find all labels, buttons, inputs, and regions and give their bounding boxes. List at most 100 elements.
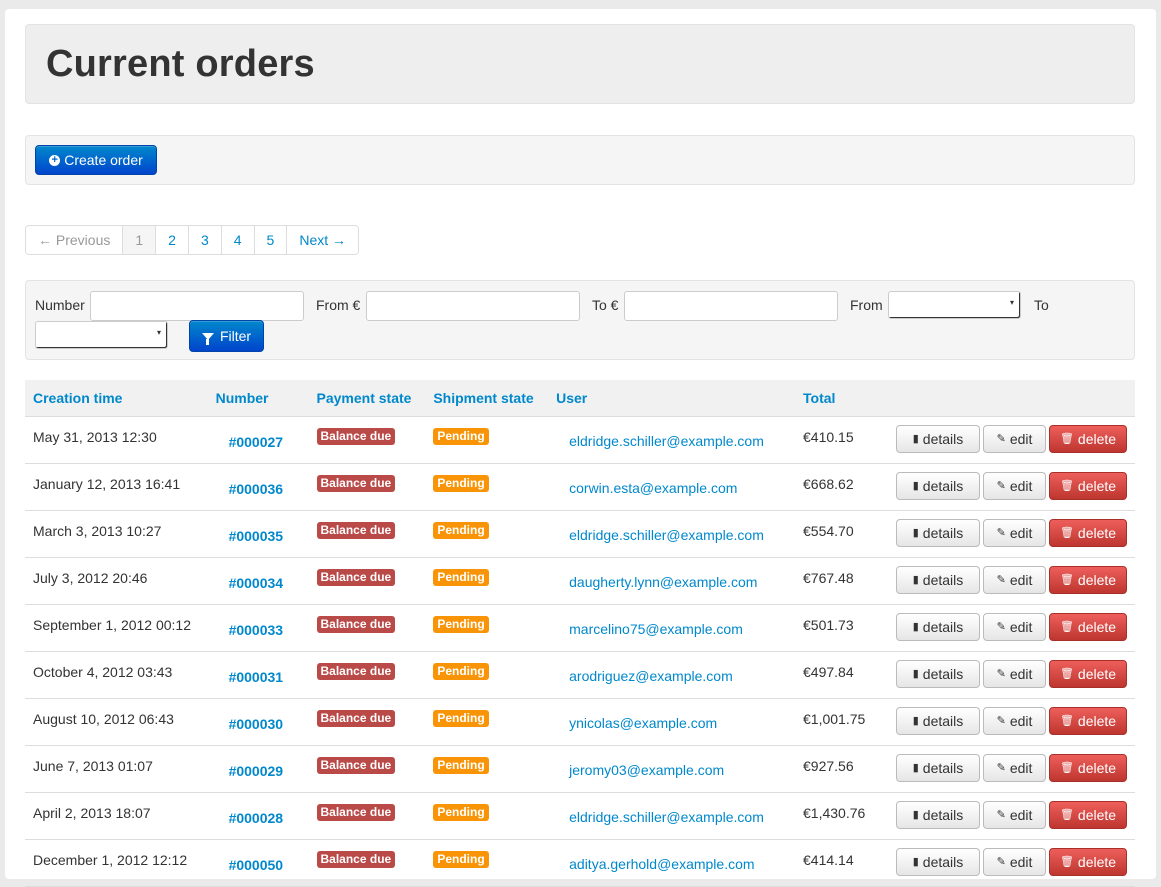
order-number-link[interactable]: #000034 [229,575,301,591]
user-email-link[interactable]: eldridge.schiller@example.com [569,433,787,449]
to-date-select[interactable]: ▾ [35,321,168,349]
pagination-page-3[interactable]: 3 [188,226,222,254]
details-button[interactable]: ▮ details [896,848,980,876]
pagination-page-5[interactable]: 5 [254,226,288,254]
order-number-link[interactable]: #000050 [229,857,301,873]
user-email-link[interactable]: jeromy03@example.com [569,762,787,778]
edit-label: edit [1009,807,1033,823]
delete-button[interactable]: 🗑 delete [1049,801,1127,829]
details-button[interactable]: ▮ details [896,660,980,688]
edit-button[interactable]: ✎ edit [983,425,1046,453]
shipment-state-badge: Pending [433,475,489,492]
pencil-icon: ✎ [996,432,1006,445]
table-row: March 3, 2013 10:27 #000035 Balance due … [25,510,1135,558]
edit-button[interactable]: ✎ edit [983,613,1046,641]
payment-state-badge: Balance due [316,757,396,774]
details-label: details [922,619,964,635]
delete-button[interactable]: 🗑 delete [1049,707,1127,735]
details-button[interactable]: ▮ details [896,613,980,641]
edit-button[interactable]: ✎ edit [983,848,1046,876]
details-button[interactable]: ▮ details [896,472,980,500]
user-email-link[interactable]: arodriguez@example.com [569,668,787,684]
pagination-previous[interactable]: ← Previous [26,226,124,254]
delete-label: delete [1077,619,1117,635]
col-payment-state[interactable]: Payment state [308,380,426,417]
delete-label: delete [1077,807,1117,823]
orders-table: Creation time Number Payment state Shipm… [25,380,1135,887]
pagination-page-1[interactable]: 1 [123,226,157,254]
edit-button[interactable]: ✎ edit [983,519,1046,547]
user-email-link[interactable]: corwin.esta@example.com [569,480,787,496]
order-number-link[interactable]: #000036 [229,481,301,497]
from-date-select[interactable]: ▾ [888,291,1021,319]
edit-button[interactable]: ✎ edit [983,707,1046,735]
order-number-link[interactable]: #000033 [229,622,301,638]
delete-button[interactable]: 🗑 delete [1049,566,1127,594]
delete-button[interactable]: 🗑 delete [1049,425,1127,453]
order-number-link[interactable]: #000035 [229,528,301,544]
order-total: €1,430.76 [803,805,866,821]
details-button[interactable]: ▮ details [896,801,980,829]
delete-button[interactable]: 🗑 delete [1049,472,1127,500]
user-email-link[interactable]: aditya.gerhold@example.com [569,856,787,872]
edit-button[interactable]: ✎ edit [983,801,1046,829]
order-number-link[interactable]: #000031 [229,669,301,685]
pencil-icon: ✎ [996,573,1006,586]
order-total: €1,001.75 [803,711,866,727]
from-amount-input[interactable] [366,291,580,321]
book-icon: ▮ [912,761,919,774]
col-shipment-state[interactable]: Shipment state [425,380,549,417]
pagination-page-2[interactable]: 2 [156,226,189,254]
order-number-link[interactable]: #000028 [229,810,301,826]
details-label: details [922,760,964,776]
edit-button[interactable]: ✎ edit [983,566,1046,594]
col-creation-time[interactable]: Creation time [25,380,208,417]
details-button[interactable]: ▮ details [896,519,980,547]
col-user[interactable]: User [548,380,796,417]
order-number-link[interactable]: #000030 [229,716,301,732]
number-filter-label: Number [35,297,85,313]
details-button[interactable]: ▮ details [896,707,980,735]
number-filter-input[interactable] [90,291,304,321]
edit-label: edit [1009,666,1033,682]
order-number-link[interactable]: #000029 [229,763,301,779]
details-button[interactable]: ▮ details [896,425,980,453]
delete-button[interactable]: 🗑 delete [1049,848,1127,876]
delete-label: delete [1077,572,1117,588]
to-amount-input[interactable] [624,291,838,321]
user-email-link[interactable]: eldridge.schiller@example.com [569,527,787,543]
pagination-page-4[interactable]: 4 [221,226,255,254]
user-email-link[interactable]: eldridge.schiller@example.com [569,809,787,825]
col-number[interactable]: Number [207,380,309,417]
user-email-link[interactable]: daugherty.lynn@example.com [569,574,787,590]
edit-button[interactable]: ✎ edit [983,660,1046,688]
creation-time: October 4, 2012 03:43 [33,664,173,680]
edit-button[interactable]: ✎ edit [983,754,1046,782]
book-icon: ▮ [912,667,919,680]
delete-label: delete [1077,431,1117,447]
edit-button[interactable]: ✎ edit [983,472,1046,500]
details-label: details [922,713,964,729]
payment-state-badge: Balance due [316,428,396,445]
creation-time: January 12, 2013 16:41 [33,476,181,492]
delete-button[interactable]: 🗑 delete [1049,660,1127,688]
details-button[interactable]: ▮ details [896,566,980,594]
user-email-link[interactable]: ynicolas@example.com [569,715,787,731]
trash-icon: 🗑 [1059,667,1074,680]
delete-button[interactable]: 🗑 delete [1049,613,1127,641]
shipment-state-badge: Pending [433,851,489,868]
filter-button[interactable]: Filter [189,320,264,352]
table-row: June 7, 2013 01:07 #000029 Balance due P… [25,745,1135,793]
create-order-button[interactable]: + Create order [35,145,157,175]
shipment-state-badge: Pending [433,804,489,821]
delete-button[interactable]: 🗑 delete [1049,519,1127,547]
details-button[interactable]: ▮ details [896,754,980,782]
user-email-link[interactable]: marcelino75@example.com [569,621,787,637]
order-total: €554.70 [803,523,854,539]
col-total[interactable]: Total [795,380,885,417]
order-number-link[interactable]: #000027 [229,434,301,450]
chevron-down-icon: ▾ [1010,298,1015,307]
pagination-next[interactable]: Next → [287,226,359,254]
delete-button[interactable]: 🗑 delete [1049,754,1127,782]
delete-label: delete [1077,713,1117,729]
